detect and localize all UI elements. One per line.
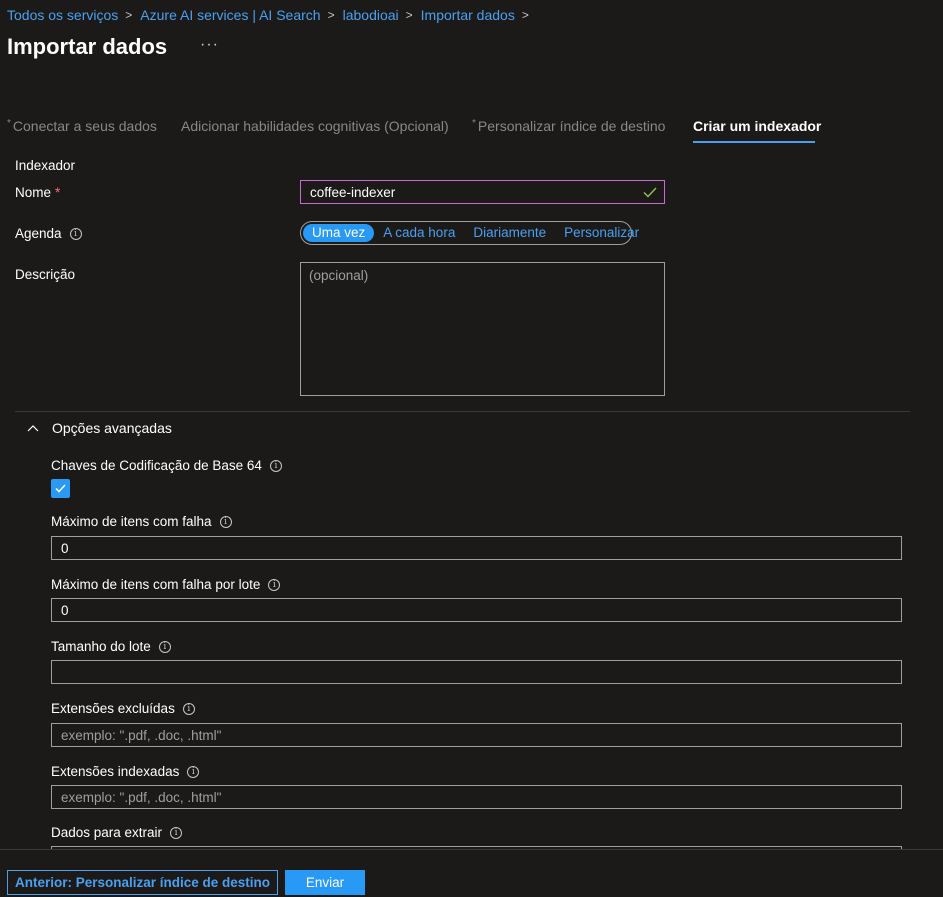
section-title: Indexador: [15, 158, 76, 173]
tab-create-indexer[interactable]: Criar um indexador: [693, 118, 821, 134]
breadcrumb-ai-search[interactable]: Azure AI services | AI Search: [140, 7, 320, 23]
schedule-option-once[interactable]: Uma vez: [303, 224, 375, 242]
schedule-option-hourly[interactable]: A cada hora: [374, 224, 464, 242]
info-icon[interactable]: i: [219, 515, 232, 528]
info-icon[interactable]: i: [158, 640, 171, 653]
chevron-right-icon: >: [521, 8, 529, 22]
previous-button[interactable]: Anterior: Personalizar índice de destino: [7, 870, 278, 895]
tab-cognitive-skills[interactable]: Adicionar habilidades cognitivas (Opcion…: [181, 118, 449, 134]
chevron-right-icon: >: [327, 8, 335, 22]
breadcrumb-import-data[interactable]: Importar dados: [421, 7, 515, 23]
info-icon[interactable]: i: [182, 702, 195, 715]
info-icon[interactable]: i: [269, 459, 282, 472]
name-input-value: coffee-indexer: [310, 184, 396, 200]
max-failed-batch-label: Máximo de itens com falha por lote i: [51, 577, 281, 592]
base64-checkbox[interactable]: [51, 479, 70, 498]
advanced-options-toggle[interactable]: Opções avançadas: [27, 420, 172, 436]
schedule-label: Agenda i: [15, 226, 82, 241]
indexed-ext-input[interactable]: exemplo: ".pdf, .doc, .html": [51, 785, 902, 809]
more-options-button[interactable]: ···: [200, 36, 219, 54]
max-failed-label: Máximo de itens com falha i: [51, 514, 232, 529]
info-icon[interactable]: i: [170, 826, 183, 839]
required-star: *: [55, 185, 61, 200]
submit-button[interactable]: Enviar: [285, 870, 365, 895]
breadcrumb: Todos os serviços > Azure AI services | …: [7, 6, 537, 24]
batch-size-input[interactable]: [51, 660, 902, 684]
active-tab-indicator: [693, 141, 815, 143]
divider: [15, 411, 910, 412]
chevron-right-icon: >: [405, 8, 413, 22]
checkmark-icon: [643, 187, 657, 198]
base64-label: Chaves de Codificação de Base 64 i: [51, 458, 282, 473]
info-icon[interactable]: i: [268, 578, 281, 591]
info-icon[interactable]: i: [187, 765, 200, 778]
tab-connect-data[interactable]: * Conectar a seus dados: [7, 118, 157, 134]
chevron-up-icon: [27, 425, 39, 432]
description-label: Descrição: [15, 267, 76, 282]
max-failed-input[interactable]: 0: [51, 536, 902, 560]
description-textarea[interactable]: (opcional): [300, 262, 665, 396]
schedule-option-daily[interactable]: Diariamente: [464, 224, 555, 242]
excluded-ext-input[interactable]: exemplo: ".pdf, .doc, .html": [51, 723, 902, 747]
chevron-right-icon: >: [125, 8, 133, 22]
schedule-option-custom[interactable]: Personalizar: [555, 224, 648, 242]
indexed-ext-label: Extensões indexadas i: [51, 764, 200, 779]
checkmark-icon: [55, 484, 66, 493]
name-label: Nome *: [15, 185, 61, 200]
excluded-ext-label: Extensões excluídas i: [51, 701, 195, 716]
page-title: Importar dados: [7, 34, 168, 59]
breadcrumb-resource[interactable]: labodioai: [343, 7, 399, 23]
info-icon[interactable]: i: [69, 227, 82, 240]
schedule-selector: Uma vez A cada hora Diariamente Personal…: [300, 221, 639, 245]
data-extract-label: Dados para extrair i: [51, 825, 183, 840]
name-input[interactable]: coffee-indexer: [300, 180, 665, 204]
max-failed-batch-input[interactable]: 0: [51, 598, 902, 622]
breadcrumb-all-services[interactable]: Todos os serviços: [7, 7, 118, 23]
batch-size-label: Tamanho do lote i: [51, 639, 171, 654]
tab-target-index[interactable]: * Personalizar índice de destino: [472, 118, 665, 134]
